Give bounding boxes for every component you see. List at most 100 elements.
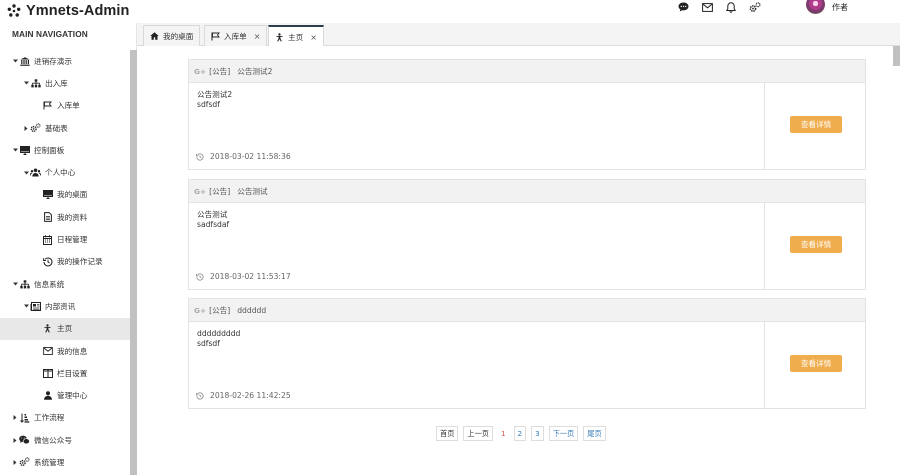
mail-icon[interactable] [702, 2, 713, 12]
sidebar-item[interactable]: 我的操作记录 [0, 251, 130, 273]
tab-inbound-order[interactable]: 入库单 × [204, 25, 268, 46]
notice-time-text: 2018-02-26 11:42:25 [210, 391, 291, 400]
sidebar-item[interactable]: 我的资料 [0, 206, 130, 228]
sidebar-item[interactable]: 系统管理 [0, 451, 130, 473]
sidebar-item[interactable]: 内部资讯 [0, 295, 130, 317]
sidebar-item-label: 基础表 [45, 123, 68, 133]
caret-down-icon [22, 81, 30, 85]
prev-page-button[interactable]: 上一页 [463, 426, 493, 441]
sidebar-item-label: 主页 [57, 324, 73, 334]
notice-content: 公告测试2 sdfsdf [197, 90, 232, 109]
bell-icon[interactable] [726, 1, 736, 13]
notice-tag: [公告] [209, 186, 231, 196]
tab-my-desktop[interactable]: 我的桌面 [143, 25, 201, 46]
sidebar-item-label: 工作流程 [34, 413, 65, 423]
tab-label: 入库单 [224, 31, 247, 41]
sidebar-item-label: 我的资料 [57, 212, 88, 222]
sidebar-item[interactable]: 主页 [0, 317, 130, 340]
sidebar-item[interactable]: 入库单 [0, 95, 130, 117]
page-3-button[interactable]: 3 [531, 426, 544, 441]
notice-tag: [公告] [209, 66, 231, 76]
notice-title[interactable]: 公告测试 [237, 186, 267, 197]
sidebar-item[interactable]: 微信公众号 [0, 429, 130, 451]
sidebar-item[interactable]: 我的桌面 [0, 184, 130, 206]
sidebar-item-label: 日程管理 [57, 235, 88, 245]
sidebar-item-label: 我的操作记录 [57, 257, 103, 267]
sidebar-item-label: 控制面板 [34, 145, 65, 155]
columns-icon [42, 368, 53, 378]
content-scrollbar-thumb[interactable] [893, 46, 900, 66]
notice-content-line: 公告测试2 [197, 90, 233, 99]
file-icon [42, 212, 53, 223]
notice-content-line: ddddddddd [197, 329, 241, 338]
notice-timestamp: 2018-02-26 11:42:25 [196, 391, 291, 400]
sidebar-item[interactable]: 栏目设置 [0, 362, 130, 384]
sidebar-item[interactable]: 个人中心 [0, 161, 130, 183]
sitemap-icon [19, 279, 30, 289]
user-menu[interactable]: 作者 [806, 0, 848, 14]
tab-home[interactable]: 主页 × [268, 25, 324, 47]
sidebar-item[interactable]: 进销存演示 [0, 50, 130, 72]
bank-icon [19, 56, 30, 66]
caret-down-icon [22, 304, 30, 308]
notice-body: ddddddddd sdfsdf 2018-02-26 11:42:25 查看详情 [189, 322, 865, 408]
first-page-button[interactable]: 首页 [436, 426, 459, 441]
notice-actions: 查看详情 [764, 322, 867, 408]
view-details-button[interactable]: 查看详情 [790, 355, 842, 372]
notice-title[interactable]: dddddd [237, 306, 266, 315]
notice-actions: 查看详情 [764, 203, 867, 289]
pagination: 首页 上一页 1 2 3 下一页 尾页 [436, 426, 606, 441]
sidebar-scrollbar-thumb[interactable] [130, 50, 137, 475]
notice-content-line: sadfsdaf [197, 219, 230, 229]
header-tools [678, 0, 774, 14]
page-2-button[interactable]: 2 [513, 426, 527, 441]
sidebar-item-label: 信息系统 [34, 279, 65, 289]
top-header: Ymnets-Admin 作者 [0, 0, 900, 23]
sidebar-item-label: 系统管理 [34, 457, 65, 467]
notice-body: 公告测试2 sdfsdf 2018-03-02 11:58:36 查看详情 [189, 83, 865, 169]
sidebar-item-label: 个人中心 [45, 168, 76, 178]
notice-title[interactable]: 公告测试2 [237, 66, 272, 77]
tab-close-button[interactable]: × [310, 33, 317, 42]
nav-heading: MAIN NAVIGATION [12, 29, 88, 39]
notice-content: ddddddddd sdfsdf [197, 329, 240, 348]
envelope-icon [42, 346, 53, 356]
notice-content-line: sdfsdf [197, 99, 220, 109]
caret-right-icon [11, 415, 19, 421]
tab-label: 我的桌面 [163, 31, 194, 41]
sidebar-item-label: 入库单 [57, 101, 80, 111]
sidebar-item[interactable]: 工作流程 [0, 407, 130, 429]
notice-timestamp: 2018-03-02 11:58:36 [196, 152, 291, 161]
sidebar-item[interactable]: 出入库 [0, 72, 130, 94]
wechat-icon [19, 435, 30, 445]
gears-icon[interactable] [749, 1, 761, 13]
view-details-button[interactable]: 查看详情 [790, 236, 842, 253]
calendar-icon [42, 234, 53, 245]
next-page-button[interactable]: 下一页 [548, 426, 579, 441]
sidebar-item[interactable]: 我的信息 [0, 340, 130, 362]
last-page-button[interactable]: 尾页 [583, 426, 606, 441]
tab-close-button[interactable]: × [254, 32, 261, 41]
sidebar-item-label: 我的桌面 [57, 190, 88, 200]
sidebar-item[interactable]: 管理中心 [0, 384, 130, 406]
caret-down-icon [11, 282, 19, 286]
caret-right-icon [22, 125, 30, 131]
notice-content-line: sdfsdf [197, 338, 220, 348]
notice-card: G+ [公告] 公告测试 公告测试 sadfsdaf 2018-03-02 11:53:1… [188, 179, 866, 290]
history-icon [196, 391, 204, 400]
sidebar-item[interactable]: 基础表 [0, 117, 130, 139]
sidebar-item[interactable]: 信息系统 [0, 273, 130, 295]
nav-list: 进销存演示 出入库入库单基础表控制面板个人中心我的桌面我的资料日程管理我的操作记录… [0, 50, 130, 474]
sidebar-scrollbar[interactable] [130, 50, 137, 475]
brand[interactable]: Ymnets-Admin [7, 1, 130, 21]
message-icon[interactable] [678, 2, 689, 12]
sidebar-item-label: 我的信息 [57, 346, 88, 356]
sidebar-item[interactable]: 日程管理 [0, 228, 130, 250]
sidebar: MAIN NAVIGATION 进销存演示 出入库入库单基础表控制面板个人中心我的… [0, 23, 137, 475]
notice-card: G+ [公告] 公告测试2 公告测试2 sdfsdf 2018-03-02 11:58:3… [188, 59, 866, 170]
gears-icon [19, 457, 30, 467]
google-plus-icon: G+ [194, 305, 207, 315]
view-details-button[interactable]: 查看详情 [790, 116, 842, 133]
sitemap-icon [30, 78, 41, 88]
sidebar-item[interactable]: 控制面板 [0, 139, 130, 161]
